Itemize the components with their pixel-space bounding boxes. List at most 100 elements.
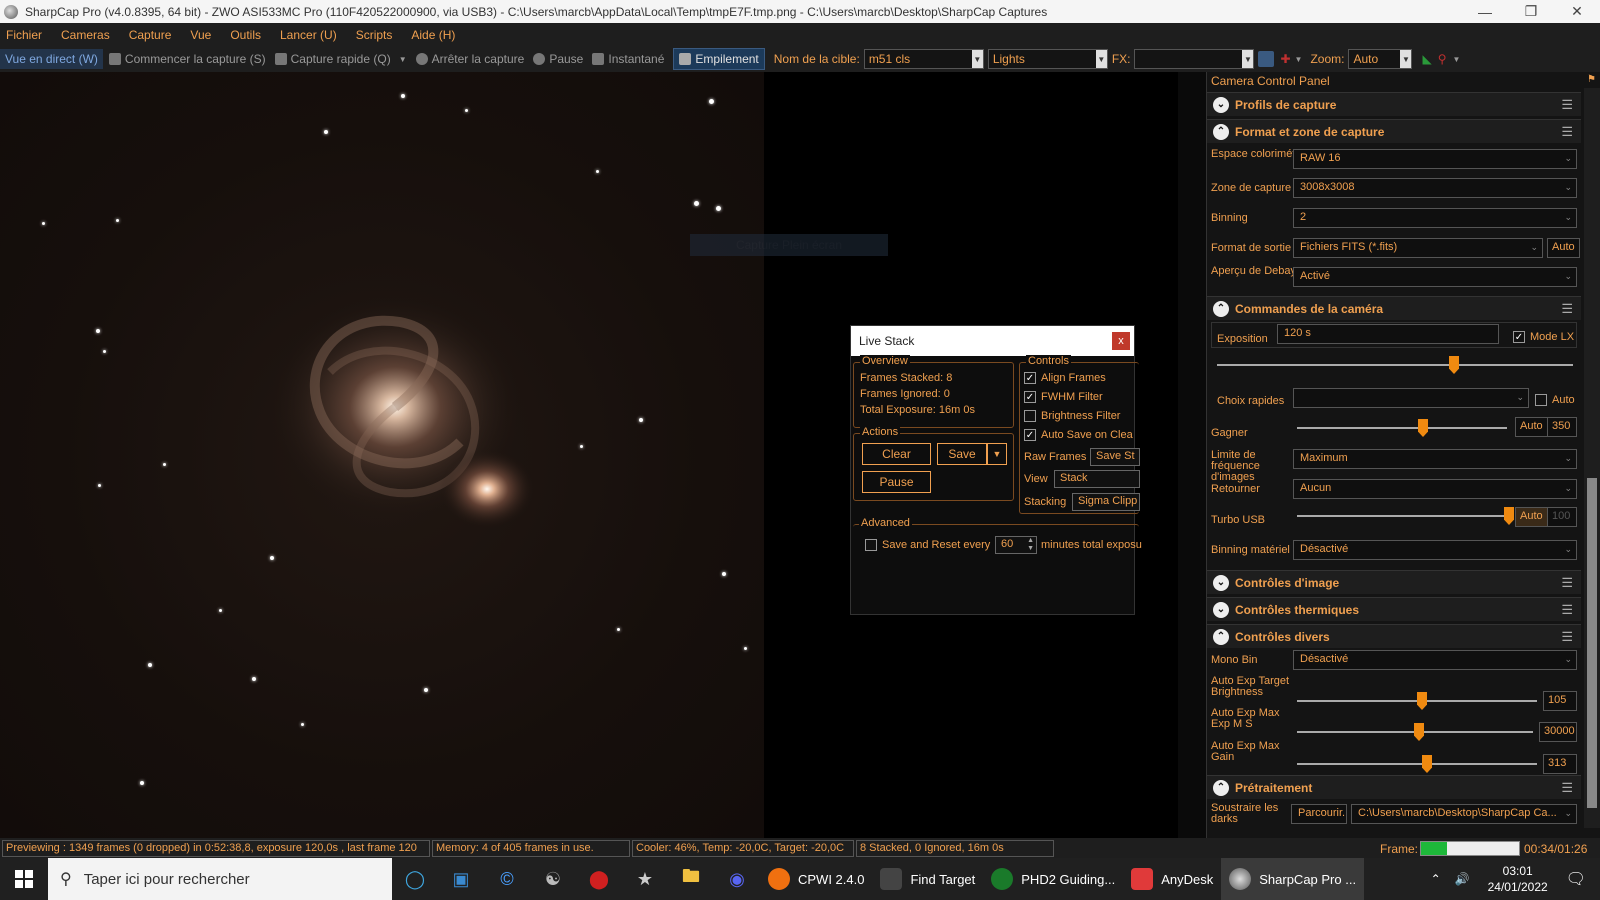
ae-brightness-value[interactable]: 105 — [1543, 691, 1577, 711]
menu-icon[interactable]: ☰ — [1561, 780, 1573, 796]
section-preprocessing[interactable]: ⌃ Prétraitement ☰ — [1207, 775, 1581, 799]
output-auto-button[interactable]: Auto — [1547, 238, 1580, 258]
pause-stack-button[interactable]: Pause — [862, 471, 931, 493]
histogram-icon[interactable]: ◣ — [1422, 52, 1431, 66]
chevron-up-icon[interactable]: ⌃ — [1213, 779, 1229, 796]
crosshair-icon[interactable]: ✚ — [1280, 52, 1290, 66]
darks-path-select[interactable]: C:\Users\marcb\Desktop\SharpCap Ca... ⌄ — [1351, 804, 1577, 824]
colorspace-select[interactable]: RAW 16 ⌄ — [1293, 149, 1577, 169]
lx-mode-checkbox[interactable]: ✓ Mode LX — [1513, 331, 1574, 343]
target-name-input[interactable]: m51 cls ▼ — [863, 49, 984, 69]
ae-maxexp-slider-thumb[interactable] — [1414, 723, 1424, 741]
menu-view[interactable]: Vue — [190, 28, 211, 42]
frame-type-select[interactable]: Lights ▼ — [987, 49, 1108, 69]
display-icon[interactable] — [1258, 51, 1275, 67]
menu-icon[interactable]: ☰ — [1561, 301, 1573, 317]
fps-limit-select[interactable]: Maximum ⌄ — [1293, 449, 1577, 469]
menu-help[interactable]: Aide (H) — [411, 28, 455, 42]
section-misc-controls[interactable]: ⌃ Contrôles divers ☰ — [1207, 624, 1581, 648]
taskbar-app-find-target[interactable]: Find Target — [872, 858, 983, 900]
taskbar-search-input[interactable]: ⚲ Taper ici pour rechercher — [48, 858, 392, 900]
section-camera-controls[interactable]: ⌃ Commandes de la caméra ☰ — [1207, 296, 1581, 320]
presets-auto-checkbox[interactable]: Auto — [1535, 394, 1575, 406]
fullscreen-capture-button[interactable]: Capture Plein écran — [690, 234, 888, 256]
taskbar-app-anydesk[interactable]: AnyDesk — [1123, 858, 1221, 900]
ae-brightness-slider-thumb[interactable] — [1417, 692, 1427, 710]
live-view-button[interactable]: Vue en direct (W) — [0, 49, 103, 69]
edge-icon[interactable]: ◯ — [392, 858, 438, 900]
gain-slider-thumb[interactable] — [1418, 419, 1428, 437]
menu-icon[interactable]: ☰ — [1561, 97, 1573, 113]
menu-scripts[interactable]: Scripts — [356, 28, 393, 42]
menu-icon[interactable]: ☰ — [1561, 124, 1573, 140]
auto-save-checkbox[interactable]: ✓ Auto Save on Clea — [1024, 429, 1133, 442]
turbo-usb-slider[interactable] — [1297, 515, 1507, 517]
pin-icon[interactable]: ⚑ — [1587, 74, 1596, 85]
red-app-icon[interactable]: ⬤ — [576, 858, 622, 900]
taskbar-app-phd2[interactable]: PHD2 Guiding... — [983, 858, 1123, 900]
focus-icon[interactable]: ⚲ — [1438, 52, 1447, 66]
section-thermal-controls[interactable]: ⌄ Contrôles thermiques ☰ — [1207, 597, 1581, 621]
chevron-down-icon[interactable]: ⌄ — [1213, 96, 1229, 113]
ae-maxgain-value[interactable]: 313 — [1543, 754, 1577, 774]
snapshot-button[interactable]: Instantané — [592, 52, 664, 66]
start-capture-button[interactable]: Commencer la capture (S) — [108, 52, 266, 66]
exposure-input[interactable]: 120 s — [1277, 324, 1499, 344]
quick-capture-button[interactable]: Capture rapide (Q) ▼ — [274, 52, 407, 66]
windows-start-icon[interactable] — [0, 858, 48, 900]
chevron-down-icon[interactable]: ⌄ — [1213, 601, 1229, 618]
exposure-slider-thumb[interactable] — [1449, 356, 1459, 374]
menu-cameras[interactable]: Cameras — [61, 28, 110, 42]
pause-button[interactable]: Pause — [533, 52, 583, 66]
stacking-button[interactable]: Empilement — [673, 48, 765, 70]
raw-frames-select[interactable]: Save St — [1090, 448, 1140, 466]
flip-select[interactable]: Aucun ⌄ — [1293, 479, 1577, 499]
turbo-usb-slider-thumb[interactable] — [1504, 507, 1514, 525]
gain-value[interactable]: 350 — [1547, 417, 1577, 437]
debayer-select[interactable]: Activé ⌄ — [1293, 267, 1577, 287]
stacking-select[interactable]: Sigma Clipp — [1072, 493, 1140, 511]
presets-select[interactable]: ⌄ — [1293, 388, 1529, 408]
chevron-down-icon[interactable]: ▼ — [1095, 50, 1107, 68]
menu-file[interactable]: Fichier — [6, 28, 42, 42]
chevron-down-icon[interactable]: ▼ — [1453, 55, 1461, 64]
save-reset-checkbox[interactable]: Save and Reset every — [865, 539, 990, 552]
gain-auto-button[interactable]: Auto — [1515, 417, 1548, 437]
turbo-auto-button[interactable]: Auto — [1515, 507, 1548, 527]
browse-button[interactable]: Parcourir... — [1291, 804, 1347, 824]
mono-bin-select[interactable]: Désactivé ⌄ — [1293, 650, 1577, 670]
volume-icon[interactable]: 🔊 — [1455, 872, 1470, 886]
close-icon[interactable]: x — [1112, 332, 1130, 350]
notification-icon[interactable]: 🗨 — [1566, 869, 1586, 889]
chevron-up-icon[interactable]: ⌃ — [1213, 123, 1229, 140]
exposure-slider[interactable] — [1217, 364, 1573, 366]
binning-select[interactable]: 2 ⌄ — [1293, 208, 1577, 228]
menu-tools[interactable]: Outils — [230, 28, 261, 42]
chevron-down-icon[interactable]: ▼ — [1242, 50, 1254, 68]
taskbar-app-sharpcap[interactable]: SharpCap Pro ... — [1221, 858, 1365, 900]
brightness-filter-checkbox[interactable]: Brightness Filter — [1024, 410, 1120, 423]
menu-launch[interactable]: Lancer (U) — [280, 28, 337, 42]
stepper-arrows-icon[interactable]: ▲ ▼ — [1027, 537, 1034, 553]
align-frames-checkbox[interactable]: ✓ Align Frames — [1024, 372, 1106, 385]
taskbar-app-cpwi[interactable]: CPWI 2.4.0 — [760, 858, 872, 900]
fwhm-filter-checkbox[interactable]: ✓ FWHM Filter — [1024, 391, 1103, 404]
ae-maxexp-value[interactable]: 30000 — [1539, 722, 1577, 742]
star-app-icon[interactable]: ★ — [622, 858, 668, 900]
scrollbar-thumb[interactable] — [1587, 478, 1597, 808]
folder-icon[interactable]: 🖿 — [668, 858, 714, 900]
sky-app-icon[interactable]: ☯ — [530, 858, 576, 900]
chevron-up-icon[interactable]: ⌃ — [1431, 872, 1441, 886]
panel-scrollbar[interactable] — [1584, 88, 1600, 828]
section-format[interactable]: ⌃ Format et zone de capture ☰ — [1207, 119, 1581, 143]
zoom-select[interactable]: Auto ▼ — [1348, 49, 1413, 69]
output-format-select[interactable]: Fichiers FITS (*.fits) ⌄ — [1293, 238, 1543, 258]
section-capture-profiles[interactable]: ⌄ Profils de capture ☰ — [1207, 92, 1581, 116]
stop-capture-button[interactable]: Arrêter la capture — [415, 52, 524, 66]
chevron-down-icon[interactable]: ▼ — [987, 443, 1007, 465]
ae-maxgain-slider[interactable] — [1297, 763, 1537, 765]
hw-binning-select[interactable]: Désactivé ⌄ — [1293, 540, 1577, 560]
photo-icon[interactable]: ▣ — [438, 858, 484, 900]
minimize-icon[interactable]: — — [1462, 4, 1508, 20]
chevron-down-icon[interactable]: ▼ — [399, 55, 407, 64]
